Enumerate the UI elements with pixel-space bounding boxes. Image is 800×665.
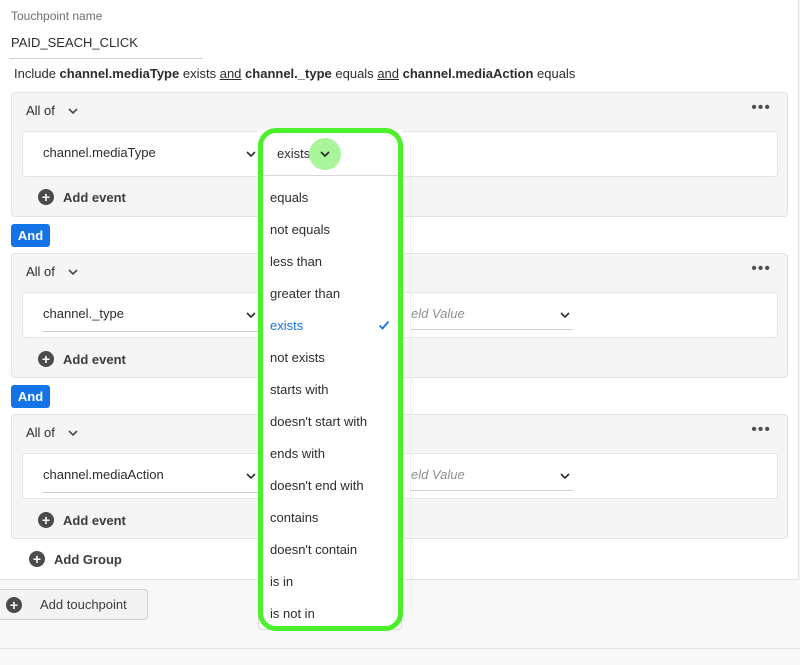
rule-summary: Include channel.mediaType exists and cha… bbox=[14, 66, 576, 81]
operator-option[interactable]: greater than bbox=[258, 277, 402, 309]
operator-option[interactable]: ends with bbox=[258, 437, 402, 469]
operator-option[interactable]: equals bbox=[258, 181, 402, 213]
operator-option-label: exists bbox=[270, 317, 304, 333]
add-circle-icon: + bbox=[6, 596, 22, 613]
operator-option-label: starts with bbox=[270, 381, 329, 397]
add-circle-icon: + bbox=[38, 512, 54, 528]
operator-option[interactable]: not equals bbox=[258, 213, 402, 245]
add-group-button[interactable]: + Add Group bbox=[29, 551, 122, 567]
operator-option-label: doesn't start with bbox=[270, 413, 368, 429]
operator-option[interactable]: exists bbox=[258, 309, 402, 341]
checkmark-icon bbox=[378, 320, 390, 330]
group-match-selector[interactable]: All of bbox=[26, 264, 79, 279]
operator-option[interactable]: doesn't start with bbox=[258, 405, 402, 437]
operator-option-label: equals bbox=[270, 189, 309, 205]
chevron-down-icon bbox=[68, 429, 78, 436]
and-operator-badge[interactable]: And bbox=[11, 385, 50, 408]
operator-option-label: ends with bbox=[270, 445, 325, 461]
chevron-down-icon[interactable] bbox=[245, 309, 257, 321]
operator-option[interactable]: doesn't contain bbox=[258, 533, 402, 565]
add-event-button[interactable]: + Add event bbox=[38, 189, 126, 205]
add-event-button[interactable]: + Add event bbox=[38, 512, 126, 528]
operator-option-label: greater than bbox=[270, 285, 341, 301]
operator-option-label: not exists bbox=[270, 349, 325, 365]
operator-option[interactable]: is in bbox=[258, 565, 402, 597]
chevron-down-icon[interactable] bbox=[309, 138, 341, 170]
operator-option-label: is in bbox=[270, 573, 294, 589]
chevron-down-icon[interactable] bbox=[559, 309, 571, 321]
attribute-underline bbox=[43, 331, 281, 332]
value-input[interactable]: eld Value bbox=[411, 467, 465, 482]
more-options-icon[interactable]: ••• bbox=[751, 261, 771, 277]
operator-option-label: doesn't end with bbox=[270, 477, 364, 493]
operator-option[interactable]: starts with bbox=[258, 373, 402, 405]
chevron-down-icon[interactable] bbox=[245, 470, 257, 482]
add-circle-icon: + bbox=[38, 351, 54, 367]
operator-option-label: not equals bbox=[270, 221, 330, 237]
operator-option[interactable]: not exists bbox=[258, 341, 402, 373]
value-input[interactable]: eld Value bbox=[411, 306, 465, 321]
operator-options-list: equals not equals less than greater than exi… bbox=[258, 181, 402, 629]
chevron-down-icon[interactable] bbox=[245, 148, 257, 160]
operator-selected-value: exists bbox=[277, 146, 311, 161]
group-match-selector[interactable]: All of bbox=[26, 103, 79, 118]
more-options-icon[interactable]: ••• bbox=[751, 100, 771, 116]
touchpoint-name-underline bbox=[9, 58, 203, 59]
touchpoint-name-label: Touchpoint name bbox=[11, 9, 103, 23]
chevron-down-icon[interactable] bbox=[559, 470, 571, 482]
attribute-select[interactable]: channel._type bbox=[43, 306, 261, 321]
add-circle-icon: + bbox=[29, 551, 45, 567]
operator-option-label: less than bbox=[270, 253, 323, 269]
operator-option-label: is not in bbox=[270, 605, 315, 621]
operator-option[interactable]: is not in bbox=[258, 597, 402, 629]
attribute-select[interactable]: channel.mediaAction bbox=[43, 467, 261, 482]
operator-option-label: doesn't contain bbox=[270, 541, 358, 557]
divider bbox=[0, 648, 800, 649]
more-options-icon[interactable]: ••• bbox=[751, 422, 771, 438]
touchpoint-name-input[interactable]: PAID_SEACH_CLICK bbox=[11, 35, 138, 50]
chevron-down-icon bbox=[68, 268, 78, 275]
chevron-down-icon bbox=[68, 107, 78, 114]
operator-option-label: contains bbox=[270, 509, 319, 525]
value-underline bbox=[411, 329, 573, 330]
attribute-select[interactable]: channel.mediaType bbox=[43, 145, 261, 160]
group-match-selector[interactable]: All of bbox=[26, 425, 79, 440]
value-underline bbox=[411, 490, 573, 491]
operator-option[interactable]: contains bbox=[258, 501, 402, 533]
attribute-underline bbox=[43, 492, 281, 493]
operator-option[interactable]: doesn't end with bbox=[258, 469, 402, 501]
add-event-button[interactable]: + Add event bbox=[38, 351, 126, 367]
and-operator-badge[interactable]: And bbox=[11, 224, 50, 247]
add-touchpoint-button[interactable]: + Add touchpoint bbox=[0, 589, 148, 620]
operator-option[interactable]: less than bbox=[258, 245, 402, 277]
operator-select[interactable]: exists bbox=[258, 130, 402, 176]
add-circle-icon: + bbox=[38, 189, 54, 205]
